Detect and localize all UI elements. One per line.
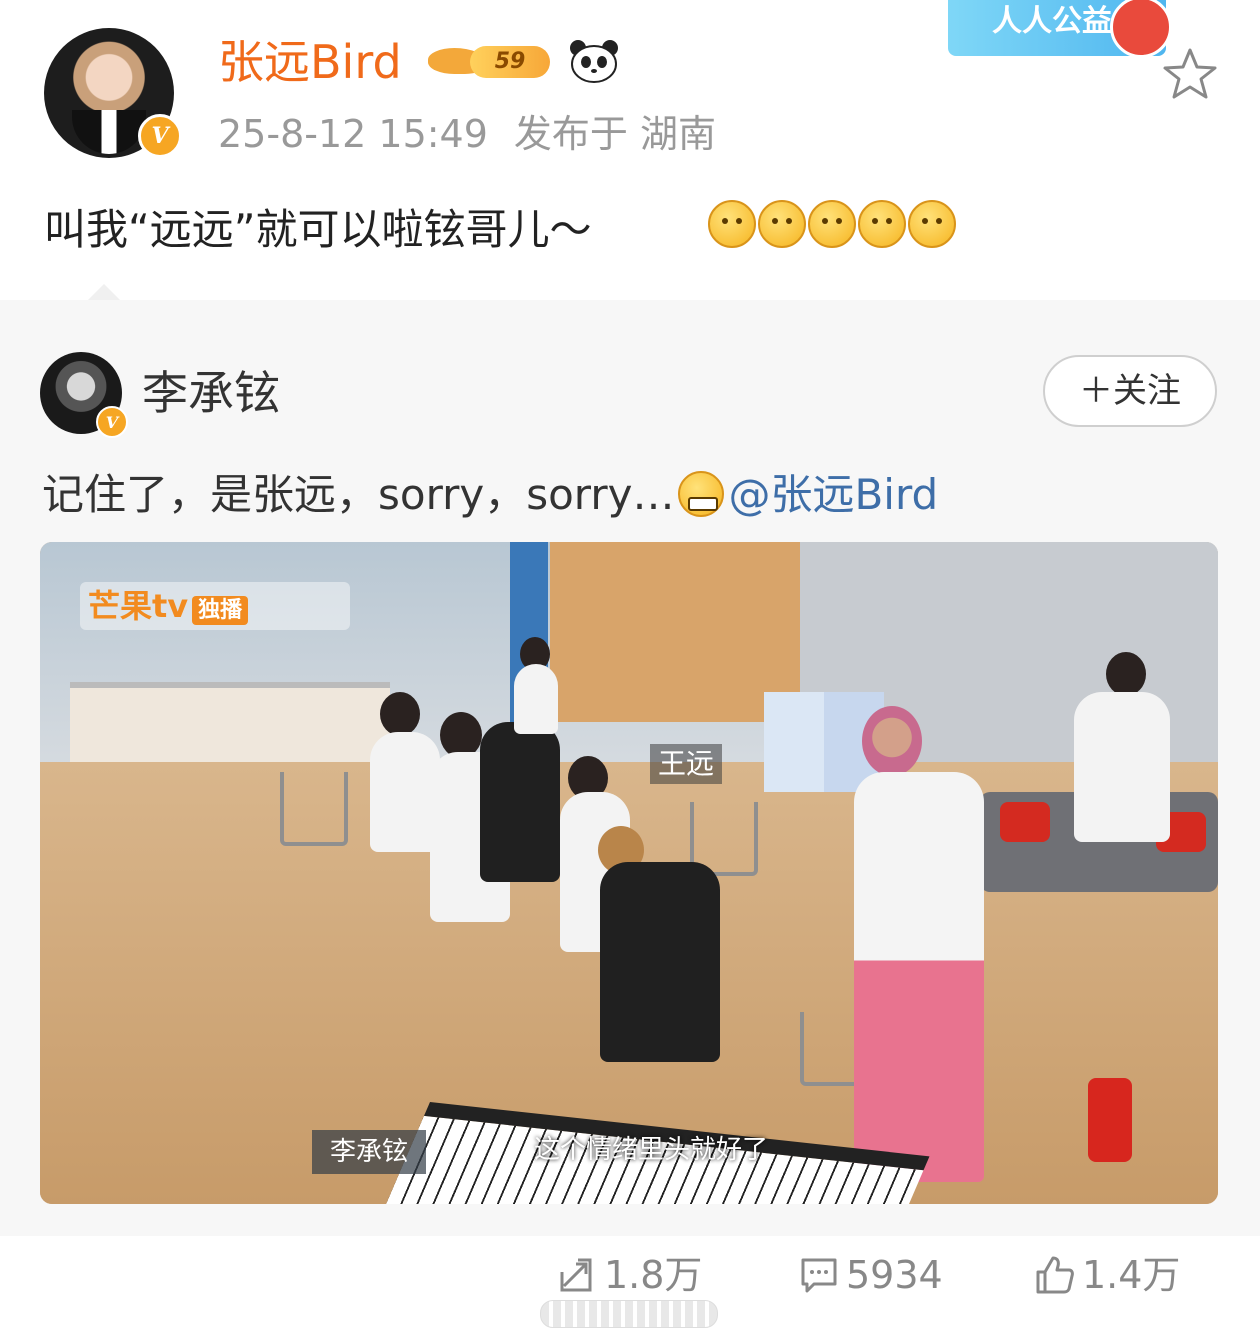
doge-emoji-icon — [708, 200, 756, 248]
scene-person — [514, 664, 558, 734]
like-count: 1.4万 — [1082, 1253, 1181, 1297]
post-text: 叫我“远远”就可以啦铉哥儿～ — [44, 205, 592, 254]
video-subtitle: 这个情绪里头就好了 — [534, 1135, 769, 1165]
repost-count: 1.8万 — [604, 1253, 703, 1297]
scene-orange-wall — [550, 542, 800, 722]
scene-cushion — [1000, 802, 1050, 842]
repost-verified-badge-icon: V — [96, 406, 128, 438]
panda-icon — [570, 40, 618, 83]
level-number: 59 — [470, 46, 550, 78]
scene-person — [854, 772, 984, 1182]
thinking-emoji-icon — [758, 200, 806, 248]
comment-icon — [801, 1258, 837, 1293]
scene-chair — [280, 772, 348, 846]
like-button[interactable]: 1.4万 — [1034, 1250, 1180, 1300]
grin-emoji-icon — [858, 200, 906, 248]
verified-badge-icon: V — [138, 114, 182, 158]
comment-count: 5934 — [846, 1253, 943, 1297]
author-name[interactable]: 张远Bird — [218, 34, 402, 90]
scene-person-head — [862, 706, 922, 776]
follow-button[interactable]: ＋关注 — [1043, 355, 1217, 427]
scene-person — [1074, 692, 1170, 842]
emoji-row — [708, 200, 956, 248]
repost-button[interactable]: 1.8万 — [556, 1250, 702, 1300]
scene-person — [600, 862, 720, 1062]
post-meta: 25-8-12 15:49 发布于 湖南 — [218, 110, 716, 158]
video-thumbnail[interactable]: 芒果tv 独播 王远 李承铉 这个情绪里头就好了 — [40, 542, 1218, 1204]
comment-button[interactable]: 5934 — [798, 1250, 943, 1300]
post-timestamp: 25-8-12 15:49 — [218, 112, 488, 156]
scene-person-head — [380, 692, 420, 736]
cool-emoji-icon — [908, 200, 956, 248]
scene-person — [480, 722, 560, 882]
like-icon — [1036, 1256, 1074, 1294]
smile-emoji-icon — [808, 200, 856, 248]
video-name-tag: 王远 — [650, 744, 723, 784]
video-speaker-label: 李承铉 — [312, 1130, 427, 1174]
repost-text: 记住了，是张远，sorry，sorry… @张远Bird — [42, 466, 938, 524]
post-location: 发布于 湖南 — [513, 112, 716, 156]
mention-link[interactable]: @张远Bird — [728, 470, 938, 519]
scene-person-head — [1106, 652, 1146, 696]
repost-icon — [560, 1258, 592, 1292]
logo-tag: 独播 — [192, 596, 249, 625]
banner-text: 人人公益 — [992, 4, 1112, 39]
repost-author-name[interactable]: 李承铉 — [142, 364, 280, 422]
level-badge: 59 — [428, 40, 556, 84]
logo-text: 芒果tv — [88, 587, 189, 625]
scene-drink-can — [1088, 1078, 1132, 1162]
scroll-indicator — [540, 1300, 718, 1328]
charity-banner[interactable]: 人人公益 — [948, 0, 1172, 58]
repost-body: 记住了，是张远，sorry，sorry… — [42, 470, 675, 519]
grimace-emoji-icon — [678, 471, 725, 517]
broadcaster-logo: 芒果tv 独播 — [88, 582, 249, 635]
star-icon[interactable] — [1160, 44, 1220, 104]
